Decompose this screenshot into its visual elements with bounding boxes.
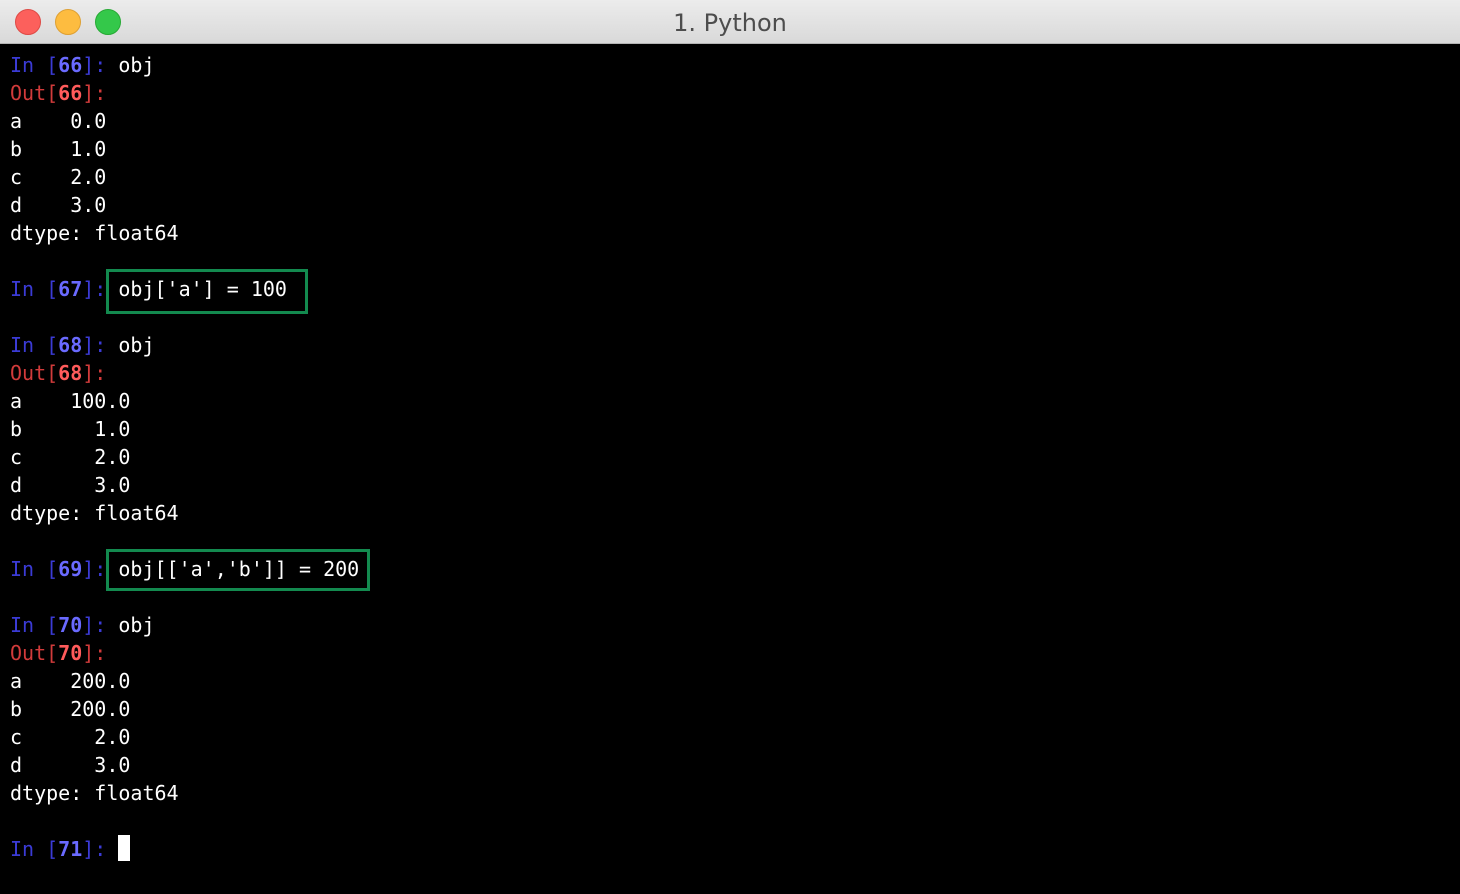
output-dtype-line: dtype: float64 (10, 221, 179, 245)
output-line: d 3.0 (10, 473, 131, 497)
out-prompt-label: Out[ (10, 81, 59, 105)
in-prompt-number: 67 (58, 277, 83, 301)
in-prompt-number: 66 (58, 53, 83, 77)
window-title: 1. Python (673, 9, 787, 37)
out-prompt-number: 68 (58, 361, 83, 385)
input-line: In [70]: obj (10, 611, 155, 639)
terminal-content[interactable]: In [66]: obj Out[66]: a 0.0 b 1.0 c 2.0 … (0, 45, 1460, 894)
input-line: In [68]: obj (10, 331, 155, 359)
in-prompt-label: In [ (10, 277, 59, 301)
out-prompt-suffix: ]: (82, 81, 107, 105)
in-prompt-label: In [ (10, 613, 59, 637)
in-prompt-number: 70 (58, 613, 83, 637)
out-prompt-number: 70 (58, 641, 83, 665)
in-prompt-number: 71 (58, 837, 83, 861)
in-prompt-label: In [ (10, 557, 59, 581)
in-prompt-label: In [ (10, 837, 59, 861)
input-code: obj (118, 53, 155, 77)
output-dtype-line: dtype: float64 (10, 781, 179, 805)
input-code: obj (118, 613, 155, 637)
out-prompt-number: 66 (58, 81, 83, 105)
output-line: b 1.0 (10, 137, 107, 161)
output-dtype-line: dtype: float64 (10, 501, 179, 525)
out-prompt-label: Out[ (10, 361, 59, 385)
in-prompt-suffix: ]: (82, 837, 119, 861)
output-line: a 200.0 (10, 669, 131, 693)
output-line: b 200.0 (10, 697, 131, 721)
out-prompt-suffix: ]: (82, 361, 107, 385)
in-prompt-suffix: ]: (82, 613, 119, 637)
output-line: b 1.0 (10, 417, 131, 441)
out-prompt-suffix: ]: (82, 641, 107, 665)
in-prompt-number: 68 (58, 333, 83, 357)
in-prompt-suffix: ]: (82, 333, 119, 357)
title-bar[interactable]: 1. Python (0, 0, 1460, 44)
output-line: a 100.0 (10, 389, 131, 413)
output-prompt-line: Out[68]: (10, 359, 106, 387)
input-line: In [66]: obj (10, 51, 155, 79)
output-prompt-line: Out[70]: (10, 639, 106, 667)
out-prompt-label: Out[ (10, 641, 59, 665)
input-line[interactable]: In [71]: (10, 835, 118, 863)
output-line: c 2.0 (10, 725, 131, 749)
output-line: c 2.0 (10, 445, 131, 469)
highlight-box (106, 269, 308, 314)
highlight-box (106, 549, 370, 591)
output-line: c 2.0 (10, 165, 107, 189)
output-line: d 3.0 (10, 753, 131, 777)
input-code: obj (118, 333, 155, 357)
in-prompt-number: 69 (58, 557, 83, 581)
in-prompt-suffix: ]: (82, 53, 119, 77)
text-cursor (118, 835, 130, 861)
output-prompt-line: Out[66]: (10, 79, 106, 107)
terminal-window: 1. Python In [66]: obj Out[66]: a 0.0 b … (0, 0, 1460, 894)
in-prompt-label: In [ (10, 53, 59, 77)
output-line: a 0.0 (10, 109, 107, 133)
output-line: d 3.0 (10, 193, 107, 217)
in-prompt-label: In [ (10, 333, 59, 357)
